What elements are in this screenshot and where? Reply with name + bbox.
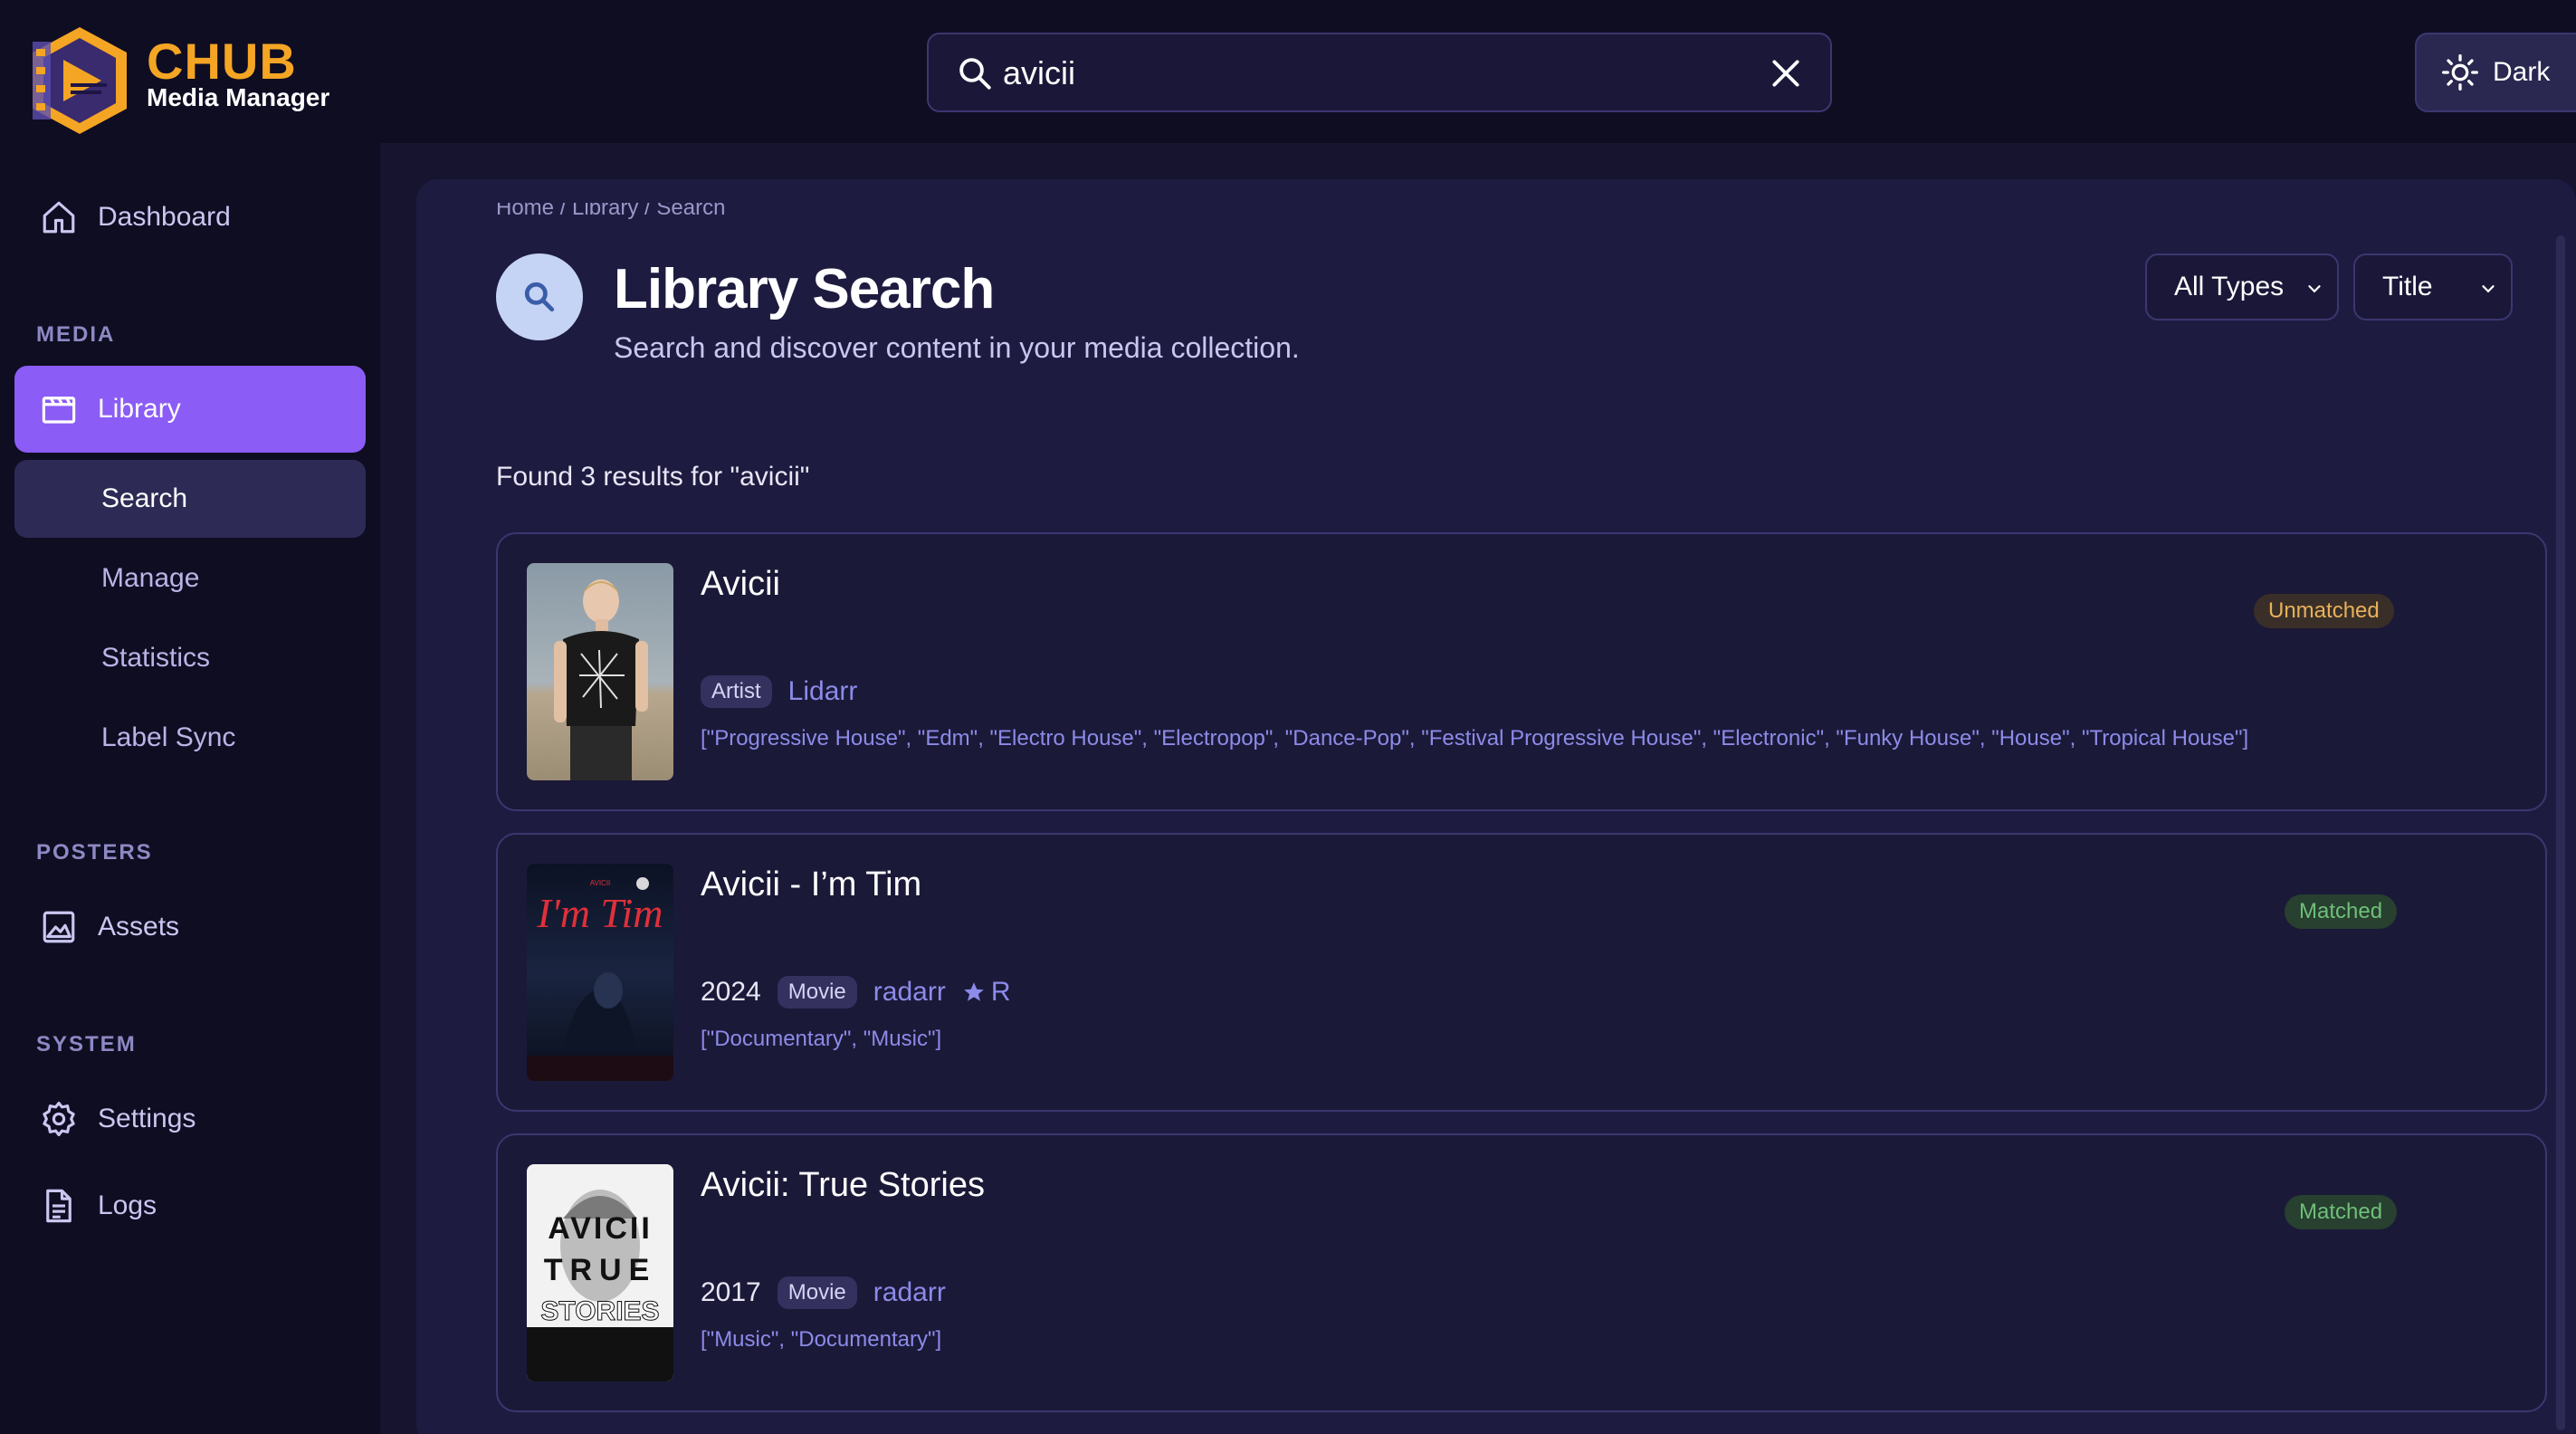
result-card[interactable]: AVICII TRUE STORIES Avicii: True Stories… (496, 1133, 2547, 1412)
poster-image (527, 563, 673, 780)
sidebar-item-logs[interactable]: Logs (14, 1162, 366, 1249)
film-icon (42, 397, 76, 424)
type-filter-value: All Types (2174, 272, 2285, 301)
sidebar-item-library[interactable]: Library (14, 366, 366, 453)
sidebar-item-dashboard[interactable]: Dashboard (14, 174, 366, 261)
chub-logo-icon (33, 27, 127, 134)
sidebar-item-settings[interactable]: Settings (14, 1076, 366, 1162)
section-label-posters: POSTERS (36, 840, 153, 865)
section-label-media: MEDIA (36, 322, 116, 347)
sidebar-subitem-search[interactable]: Search (14, 460, 366, 538)
star-icon (963, 982, 984, 1001)
type-pill: Artist (701, 675, 772, 708)
sidebar-subitem-statistics[interactable]: Statistics (14, 619, 366, 697)
rating: R (962, 977, 1011, 1008)
sidebar-item-label: Logs (98, 1190, 157, 1220)
breadcrumb[interactable]: Home / Library / Search (496, 203, 725, 225)
source-link[interactable]: radarr (873, 1277, 946, 1308)
status-badge: Unmatched (2254, 594, 2394, 628)
result-title: Avicii: True Stories (701, 1166, 985, 1204)
home-icon (43, 201, 75, 234)
sidebar-item-assets[interactable]: Assets (14, 884, 366, 970)
sidebar-item-label: Dashboard (98, 202, 231, 232)
section-label-system: SYSTEM (36, 1032, 137, 1056)
page-title: Library Search (614, 258, 995, 320)
brand-subtitle: Media Manager (147, 83, 330, 111)
poster-line3: STORIES (540, 1296, 659, 1326)
theme-toggle-button[interactable]: Dark (2415, 33, 2576, 112)
search-panel: Home / Library / Search Library Search S… (416, 179, 2576, 1434)
search-icon (524, 282, 555, 312)
sidebar-item-label: Assets (98, 912, 180, 942)
field-filter-value: Title (2382, 272, 2433, 301)
search-input[interactable] (1003, 49, 1745, 98)
result-card[interactable]: Avicii Unmatched Artist Lidarr ["Progres… (496, 532, 2547, 811)
poster-top-text: AVICII (590, 879, 611, 887)
image-icon (43, 911, 75, 943)
field-filter-select[interactable]: Title (2353, 253, 2513, 320)
theme-label: Dark (2493, 57, 2551, 87)
scrollbar[interactable] (2556, 235, 2565, 1430)
main-content: Home / Library / Search Library Search S… (380, 143, 2576, 1434)
sidebar-subitem-manage[interactable]: Manage (14, 540, 366, 617)
poster-line2: TRUE (544, 1253, 657, 1287)
genre-list: ["Documentary", "Music"] (701, 1027, 942, 1051)
poster-line1: AVICII (548, 1211, 653, 1246)
source-link[interactable]: Lidarr (788, 676, 858, 707)
document-icon (46, 1189, 72, 1223)
brand-title: CHUB (147, 33, 297, 90)
sidebar: Dashboard MEDIA Library Search Manage St… (0, 143, 380, 1434)
poster-title-text: I'm Tim (537, 890, 663, 936)
gear-icon (43, 1101, 75, 1137)
chevron-down-icon (2482, 285, 2495, 293)
top-bar: CHUB Media Manager Dark (0, 0, 2576, 143)
result-title: Avicii (701, 565, 780, 603)
genre-list: ["Music", "Documentary"] (701, 1327, 942, 1352)
source-link[interactable]: radarr (873, 977, 946, 1008)
result-meta: 2024 Movie radarr R (701, 976, 1010, 1009)
status-badge: Matched (2285, 894, 2398, 929)
genre-list: ["Progressive House", "Edm", "Electro Ho… (701, 726, 2249, 750)
poster-image: AVICII I'm Tim (527, 864, 673, 1081)
type-pill: Movie (777, 976, 857, 1009)
sidebar-item-label: Library (98, 394, 181, 424)
poster-image: AVICII TRUE STORIES (527, 1164, 673, 1381)
search-icon (959, 58, 991, 90)
type-filter-select[interactable]: All Types (2145, 253, 2339, 320)
sidebar-item-label: Settings (98, 1104, 196, 1133)
page-icon (496, 253, 583, 340)
page-description: Search and discover content in your medi… (614, 331, 1300, 364)
sun-icon (2442, 54, 2478, 91)
search-box[interactable] (927, 33, 1832, 112)
sidebar-subitem-label-sync[interactable]: Label Sync (14, 699, 366, 777)
result-year: 2017 (701, 1277, 761, 1307)
result-meta: 2017 Movie radarr (701, 1276, 946, 1309)
result-card[interactable]: AVICII I'm Tim Avicii - I’m Tim Matched … (496, 833, 2547, 1112)
status-badge: Matched (2285, 1195, 2398, 1229)
result-meta: Artist Lidarr (701, 675, 857, 708)
close-icon[interactable] (1769, 56, 1803, 91)
result-title: Avicii - I’m Tim (701, 865, 922, 903)
chevron-down-icon (2308, 285, 2321, 293)
result-year: 2024 (701, 977, 761, 1007)
rating-value: R (990, 977, 1011, 1007)
results-count: Found 3 results for "avicii" (496, 462, 810, 492)
type-pill: Movie (777, 1276, 857, 1309)
